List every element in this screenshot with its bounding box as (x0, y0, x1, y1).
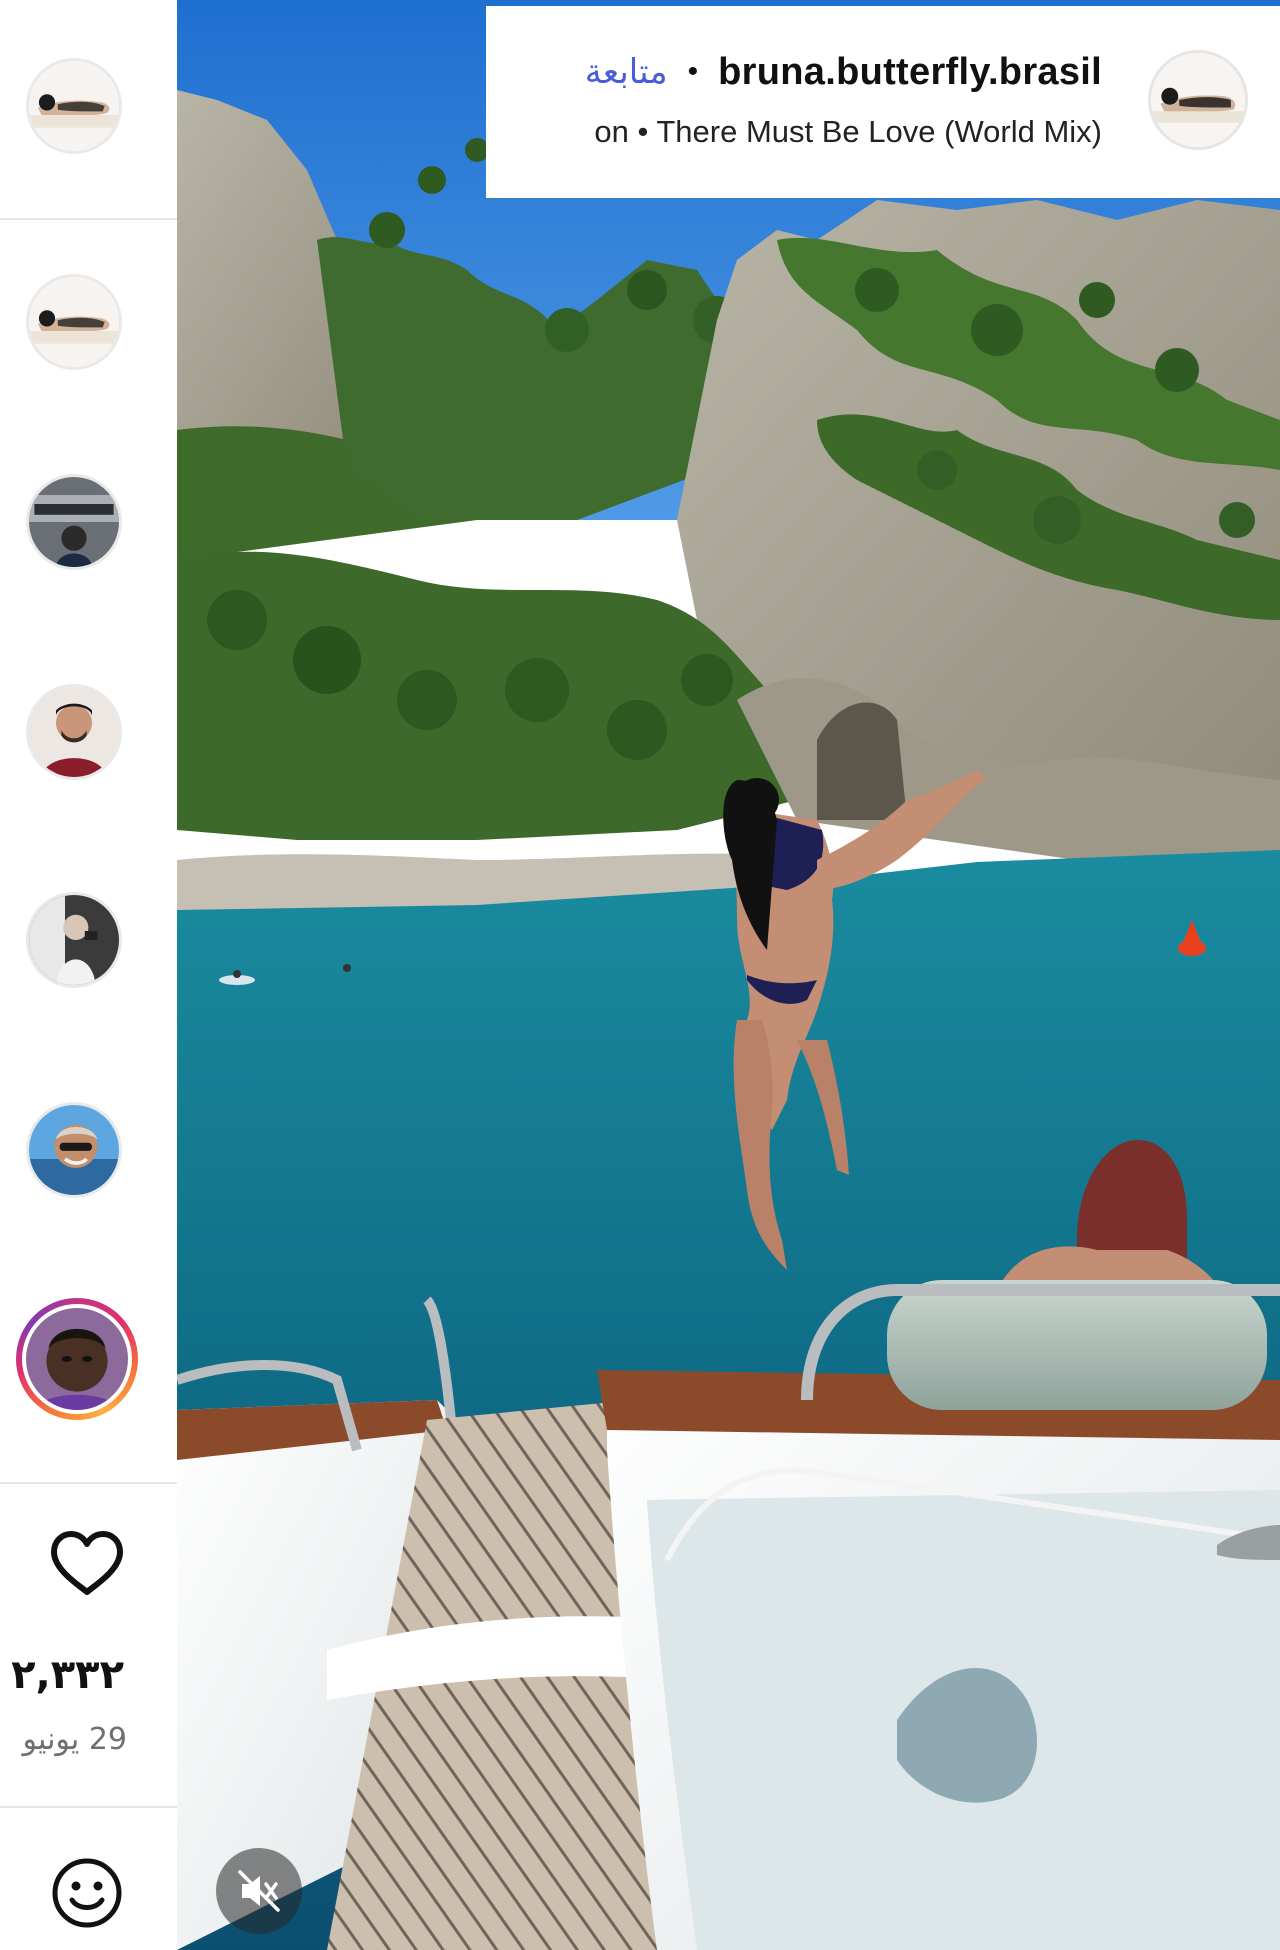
avatar-image (29, 477, 119, 567)
story-ring (22, 1304, 132, 1414)
like-button[interactable] (50, 1530, 124, 1598)
author-avatar-image (1151, 53, 1245, 147)
divider (0, 1806, 177, 1808)
sidebar-avatar-6[interactable] (26, 1102, 122, 1198)
smiley-icon (52, 1858, 122, 1928)
emoji-button[interactable] (50, 1856, 124, 1930)
separator-dot: • (687, 55, 699, 88)
avatar-image (29, 61, 119, 151)
header-title-row: متابعة • bruna.butterfly.brasil (585, 46, 1102, 98)
heart-icon (51, 1531, 123, 1595)
post-author-avatar[interactable] (1148, 50, 1248, 150)
video-frame (177, 0, 1280, 1950)
speaker-muted-icon (238, 1870, 280, 1912)
avatar-image (29, 687, 119, 777)
sidebar-avatar-4[interactable] (26, 684, 122, 780)
likes-count[interactable]: ٢,٣٣٢ (11, 1652, 124, 1698)
reel-video[interactable] (177, 0, 1280, 1950)
left-panel: ٢,٣٣٢ 29 يونيو (0, 0, 177, 1950)
avatar-image (26, 1308, 128, 1410)
sidebar-avatar-5[interactable] (26, 892, 122, 988)
avatar-image (29, 1105, 119, 1195)
sidebar-avatar-2[interactable] (26, 274, 122, 370)
sidebar-avatar-7[interactable] (16, 1298, 138, 1420)
divider (0, 218, 177, 220)
post-header: متابعة • bruna.butterfly.brasil on • The… (486, 6, 1280, 198)
avatar-image (29, 895, 119, 985)
username-link[interactable]: bruna.butterfly.brasil (718, 51, 1102, 94)
sidebar-avatar-1[interactable] (26, 58, 122, 154)
sidebar-avatar-3[interactable] (26, 474, 122, 570)
divider (0, 1482, 177, 1484)
avatar-image (29, 277, 119, 367)
follow-button[interactable]: متابعة (585, 52, 668, 92)
mute-toggle-button[interactable] (216, 1848, 302, 1934)
post-date: 29 يونيو (22, 1722, 127, 1757)
audio-attribution[interactable]: on • There Must Be Love (World Mix) (594, 114, 1102, 150)
